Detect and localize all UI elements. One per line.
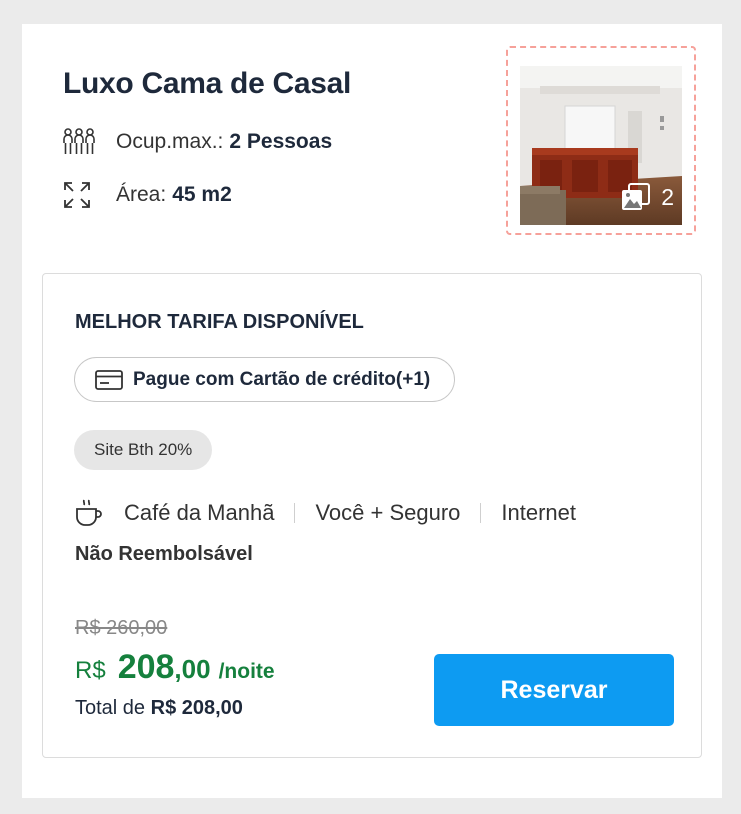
photo-count: 2: [621, 183, 674, 211]
payment-label: Pague com Cartão de crédito(+1): [133, 368, 431, 390]
area-info: Área: 45 m2: [62, 179, 232, 211]
old-price: R$ 260,00: [75, 617, 168, 639]
expand-icon: [62, 179, 96, 211]
amenity-insurance: Você + Seguro: [315, 500, 461, 525]
total-label: Total de: [75, 697, 146, 719]
separator: [294, 503, 296, 523]
refund-policy: Não Reembolsável: [75, 543, 253, 565]
photo-count-value: 2: [661, 183, 674, 210]
total-price: Total de R$ 208,00: [75, 697, 243, 720]
occupancy-label: Ocup.max.:: [116, 130, 224, 153]
amenity-breakfast: Café da Manhã: [124, 500, 275, 525]
occupancy-value: 2 Pessoas: [229, 130, 333, 153]
site-badge: Site Bth 20%: [74, 430, 213, 470]
gallery-icon: [621, 183, 651, 211]
reserve-button[interactable]: Reservar: [434, 654, 674, 726]
area-label: Área:: [116, 183, 167, 206]
room-title: Luxo Cama de Casal: [63, 67, 352, 100]
area-value: 45 m2: [172, 183, 232, 206]
room-photo-gallery[interactable]: 2: [506, 46, 696, 235]
current-price: R$ 208 ,00 /noite: [75, 648, 275, 687]
total-value: R$ 208,00: [150, 697, 243, 719]
room-photo[interactable]: 2: [520, 66, 682, 225]
amenity-internet: Internet: [501, 500, 576, 525]
price-currency: R$: [75, 657, 106, 684]
amenities-list: Café da Manhã Você + Seguro Internet: [74, 498, 576, 528]
separator: [480, 503, 482, 523]
rate-option: MELHOR TARIFA DISPONÍVEL Pague com Cartã…: [42, 273, 702, 758]
payment-method-pill[interactable]: Pague com Cartão de crédito(+1): [74, 357, 456, 402]
price-decimal: ,00: [174, 654, 211, 684]
credit-card-icon: [95, 369, 123, 390]
coffee-cup-icon: [74, 498, 104, 528]
rate-title: MELHOR TARIFA DISPONÍVEL: [75, 311, 364, 333]
per-night-label: /noite: [218, 660, 275, 683]
people-icon: [62, 126, 96, 158]
occupancy-info: Ocup.max.: 2 Pessoas: [62, 126, 332, 158]
price-integer: 208: [117, 648, 175, 686]
room-card: Luxo Cama de Casal Ocup.max.: 2 Pessoas …: [22, 24, 722, 798]
